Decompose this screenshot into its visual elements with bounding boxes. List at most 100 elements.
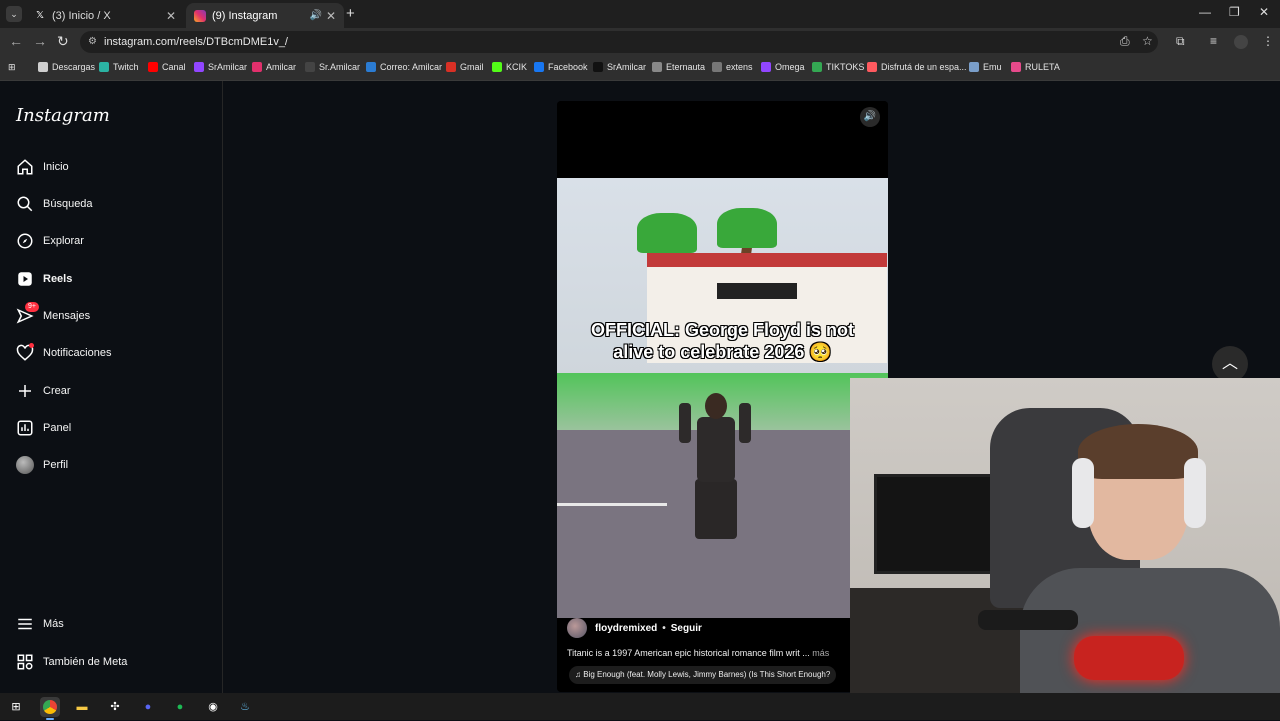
close-tab-icon[interactable]: ✕ <box>166 9 176 23</box>
airbnb-icon <box>867 62 877 72</box>
headphone-right <box>1184 458 1206 528</box>
sidebar-item-busqueda[interactable]: Búsqueda <box>16 192 93 216</box>
close-tab-icon[interactable]: ✕ <box>326 9 336 23</box>
back-icon[interactable]: ← <box>9 33 23 49</box>
bookmark-item[interactable]: RULETA <box>1011 62 1060 72</box>
site-info-icon[interactable]: ⚙ <box>88 31 97 53</box>
tab-instagram[interactable]: (9) Instagram 🔊 ✕ <box>186 3 344 28</box>
bookmark-item[interactable]: TIKTOKS <box>812 62 864 72</box>
notification-dot <box>29 343 34 348</box>
audio-playing-icon[interactable]: 🔊 <box>309 10 321 21</box>
bookmark-label: Twitch <box>113 62 139 72</box>
bookmark-item[interactable]: Facebook <box>534 62 588 72</box>
bookmark-item[interactable]: Gmail <box>446 62 484 72</box>
bookmark-label: Sr.Amilcar <box>319 62 361 72</box>
mute-toggle-icon[interactable]: 🔊 <box>860 107 880 127</box>
mic-arm <box>978 610 1078 630</box>
bookmark-label: Gmail <box>460 62 484 72</box>
sidebar-item-notificaciones[interactable]: Notificaciones <box>16 341 111 365</box>
extension-icon <box>712 62 722 72</box>
address-bar[interactable]: ⚙ instagram.com/reels/DTBcmDME1v_/ <box>80 31 1158 53</box>
compass-icon <box>16 232 34 250</box>
new-tab-button[interactable]: + <box>346 5 355 22</box>
apps-grid-icon[interactable]: ⊞ <box>8 62 16 73</box>
bookmark-item[interactable]: Emu <box>969 62 1002 72</box>
media-control-icon[interactable]: ≡ <box>1210 34 1217 48</box>
bookmark-item[interactable]: Omega <box>761 62 805 72</box>
sidebar-item-mensajes[interactable]: 9+ Mensajes <box>16 302 90 328</box>
sidebar-item-label: Crear <box>43 385 71 397</box>
author-avatar[interactable] <box>567 618 587 638</box>
bookmark-item[interactable]: Disfrutá de un espa... <box>867 62 967 72</box>
bookmark-label: SrAmilcar <box>607 62 647 72</box>
instagram-icon <box>194 9 206 22</box>
sidebar-item-reels[interactable]: Reels <box>16 267 72 291</box>
sidebar-item-label: Búsqueda <box>43 198 93 210</box>
reels-icon <box>16 270 34 288</box>
windows-start-icon[interactable]: ⊞ <box>6 697 26 717</box>
bookmark-item[interactable]: Canal <box>148 62 186 72</box>
follow-button[interactable]: Seguir <box>671 623 702 634</box>
obs-icon[interactable]: ◉ <box>203 697 223 717</box>
bookmark-item[interactable]: Sr.Amilcar <box>305 62 360 72</box>
sidebar-item-explorar[interactable]: Explorar <box>16 229 84 253</box>
sidebar-item-mas[interactable]: Más <box>16 612 64 636</box>
minimize-icon[interactable]: — <box>1199 5 1211 19</box>
tab-x[interactable]: 𝕏 (3) Inicio / X ✕ <box>26 3 184 28</box>
install-app-icon[interactable]: ⎙ <box>1120 34 1130 49</box>
bookmark-item[interactable]: Correo: Amilcar <box>366 62 442 72</box>
file-explorer-icon[interactable]: ▬ <box>72 697 92 717</box>
tab-title: (9) Instagram <box>212 9 278 22</box>
sidebar-item-label: Panel <box>43 422 72 434</box>
kick-icon <box>492 62 502 72</box>
caption-line: alive to celebrate 2026 🥺 <box>613 342 832 362</box>
browser-toolbar: ← → ↻ ⚙ instagram.com/reels/DTBcmDME1v_/… <box>0 28 1280 56</box>
tab-search-button[interactable]: ⌄ <box>6 6 22 22</box>
bookmark-item[interactable]: Eternauta <box>652 62 705 72</box>
reload-icon[interactable]: ↻ <box>57 33 69 50</box>
sidebar-item-inicio[interactable]: Inicio <box>16 155 69 179</box>
sidebar-item-label: Notificaciones <box>43 347 112 359</box>
reel-video-frame[interactable]: OFFICIAL: George Floyd is not alive to c… <box>557 178 888 618</box>
close-window-icon[interactable]: ✕ <box>1259 5 1269 19</box>
bookmark-item[interactable]: SrAmilcar <box>194 62 247 72</box>
bookmark-item[interactable]: SrAmilcar <box>593 62 646 72</box>
tiktok-icon <box>593 62 603 72</box>
instagram-logo[interactable]: Instagram <box>16 105 110 126</box>
bookmark-item[interactable]: extens <box>712 62 753 72</box>
app-taskbar-icon[interactable]: ✣ <box>105 697 125 717</box>
sidebar-item-label: Inicio <box>43 161 69 173</box>
restore-icon[interactable]: ❐ <box>1229 5 1240 19</box>
music-note-icon: ♫ <box>575 670 581 679</box>
youtube-icon <box>148 62 158 72</box>
sidebar-item-perfil[interactable]: Perfil <box>16 453 68 477</box>
previous-reel-button[interactable]: ︿ <box>1212 346 1248 382</box>
x-logo-icon <box>305 62 315 72</box>
discord-icon[interactable]: ● <box>138 697 158 717</box>
steam-icon[interactable]: ♨ <box>235 697 255 717</box>
more-link[interactable]: más <box>812 648 829 658</box>
bookmark-label: Facebook <box>548 62 588 72</box>
bookmark-item[interactable]: KCIK <box>492 62 527 72</box>
x-logo-icon: 𝕏 <box>35 9 45 21</box>
sidebar-item-tambien-de-meta[interactable]: También de Meta <box>16 650 127 674</box>
sidebar-item-label: También de Meta <box>43 656 128 668</box>
bookmark-item[interactable]: Amilcar <box>252 62 296 72</box>
audio-track-pill[interactable]: ♫ Big Enough (feat. Molly Lewis, Jimmy B… <box>569 666 837 684</box>
sidebar-item-panel[interactable]: Panel <box>16 416 71 440</box>
bookmark-item[interactable]: Descargas <box>38 62 95 72</box>
chrome-taskbar-icon[interactable] <box>40 697 60 720</box>
reel-description: Titanic is a 1997 American epic historic… <box>567 648 887 658</box>
sidebar-item-crear[interactable]: Crear <box>16 379 71 403</box>
forward-icon[interactable]: → <box>33 33 47 49</box>
extensions-icon[interactable]: ⧉ <box>1176 34 1185 49</box>
profile-avatar-icon[interactable] <box>1234 35 1248 49</box>
chrome-menu-icon[interactable]: ⋮ <box>1262 34 1274 48</box>
author-name[interactable]: floydremixed <box>595 623 657 634</box>
spotify-icon[interactable]: ● <box>170 697 190 717</box>
bookmark-star-icon[interactable]: ☆ <box>1142 34 1153 48</box>
bookmark-item[interactable]: Twitch <box>99 62 139 72</box>
download-icon <box>38 62 48 72</box>
reel-player[interactable]: 🔊 OFFICIAL: George Floyd is not alive to… <box>557 101 888 692</box>
description-text: Titanic is a 1997 American epic historic… <box>567 648 810 658</box>
